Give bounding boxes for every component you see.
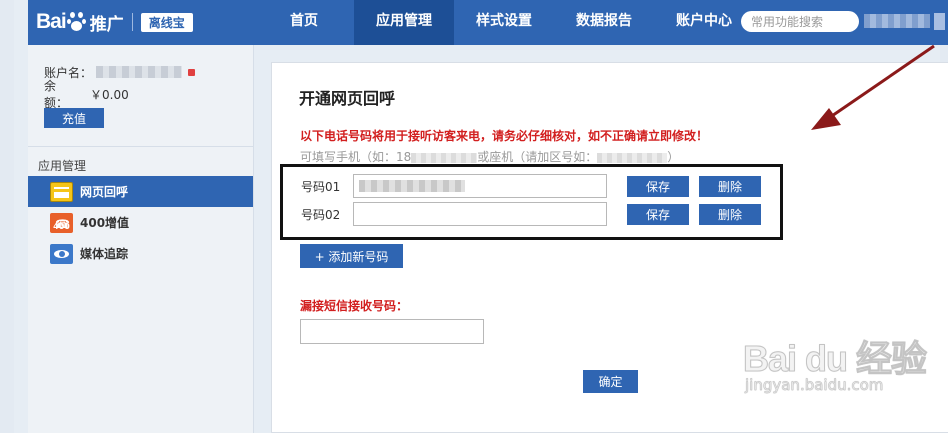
hint-prefix: 可填写手机（如：18 xyxy=(300,150,412,164)
hint-suffix: ） xyxy=(667,150,680,164)
tab-account-center[interactable]: 账户中心 xyxy=(654,0,754,45)
sidebar-item-label: 网页回呼 xyxy=(80,185,129,199)
phone-input-01[interactable] xyxy=(353,174,607,198)
logo-divider xyxy=(131,13,133,31)
paw-icon xyxy=(66,12,87,32)
hint-middle: 或座机（请加区号如： xyxy=(477,150,598,164)
hint-redacted-2 xyxy=(597,152,668,163)
tab-style-settings[interactable]: 样式设置 xyxy=(454,0,554,45)
tab-app-management[interactable]: 应用管理 xyxy=(354,0,454,45)
save-button-02[interactable]: 保存 xyxy=(627,203,689,225)
logo-text: Bai xyxy=(36,10,67,33)
phone-label: 号码01 xyxy=(301,179,341,194)
eye-icon xyxy=(50,243,73,264)
username-redacted[interactable] xyxy=(864,14,930,28)
confirm-button[interactable]: 确定 xyxy=(583,370,638,393)
balance-value: ￥0.00 xyxy=(90,87,129,102)
phone-row-02: 号码02 保存 删除 xyxy=(301,201,761,227)
app-frame: Bai 推广 离线宝 首页 应用管理 样式设置 数据报告 账户中心 常用功能搜索… xyxy=(0,0,948,433)
phone-row-01: 号码01 保存 删除 xyxy=(301,173,761,199)
web-callback-icon xyxy=(50,181,73,202)
phone-input-02[interactable] xyxy=(353,202,607,226)
sidebar-item-web-callback[interactable]: 网页回呼 xyxy=(28,176,253,207)
main-nav: 首页 应用管理 样式设置 数据报告 账户中心 xyxy=(254,0,754,45)
phone-label: 号码02 xyxy=(301,207,341,222)
balance-row: 余 额： ￥0.00 xyxy=(44,79,253,110)
account-panel: 账户名： 余 额： ￥0.00 充值 xyxy=(28,45,253,128)
sidebar-item-label: 400增值 xyxy=(80,216,130,230)
warning-text: 以下电话号码将用于接听访客来电，请务必仔细核对，如不正确请立即修改！ xyxy=(300,129,709,143)
account-name-redacted xyxy=(96,66,183,78)
watermark-url: jingyan.baidu.com xyxy=(745,376,884,394)
sidebar-item-label: 媒体追踪 xyxy=(80,247,129,261)
account-flag-icon xyxy=(188,68,196,76)
sms-number-input[interactable] xyxy=(300,319,484,344)
baidu-logo[interactable]: Bai 推广 离线宝 xyxy=(36,6,193,38)
tab-data-report[interactable]: 数据报告 xyxy=(554,0,654,45)
page-title: 开通网页回呼 xyxy=(299,89,396,108)
search-input[interactable] xyxy=(741,11,859,32)
baidu-jingyan-watermark: Bai du 经验 jingyan.baidu.com xyxy=(742,330,927,395)
hint-text: 可填写手机（如：18 或座机（请加区号如： ） xyxy=(300,148,679,165)
sidebar-item-media-tracking[interactable]: 媒体追踪 xyxy=(28,238,253,269)
add-number-button[interactable]: + 添加新号码 xyxy=(300,244,403,268)
watermark-logo: Bai du 经验 xyxy=(742,338,927,380)
phone-numbers-highlight: 号码01 保存 删除 号码02 保存 删除 xyxy=(280,164,783,240)
sidebar: 账户名： 余 额： ￥0.00 充值 应用管理 网页回呼 400 400增值 媒… xyxy=(28,45,254,433)
sidebar-item-400[interactable]: 400 400增值 xyxy=(28,207,253,238)
phone-400-icon: 400 xyxy=(50,210,73,238)
save-button-01[interactable]: 保存 xyxy=(627,175,689,197)
sidebar-section-title: 应用管理 xyxy=(28,146,253,176)
tab-home[interactable]: 首页 xyxy=(254,0,354,45)
hint-redacted-1 xyxy=(411,152,478,163)
product-badge: 离线宝 xyxy=(140,12,193,32)
product-name: 推广 xyxy=(89,14,124,35)
user-menu-toggle[interactable] xyxy=(934,13,945,30)
recharge-button[interactable]: 充值 xyxy=(44,108,104,128)
delete-button-02[interactable]: 删除 xyxy=(699,203,761,225)
balance-label: 余 额： xyxy=(44,79,69,110)
delete-button-01[interactable]: 删除 xyxy=(699,175,761,197)
top-bar: Bai 推广 离线宝 首页 应用管理 样式设置 数据报告 账户中心 xyxy=(28,0,948,45)
sms-number-label: 漏接短信接收号码： xyxy=(300,299,409,313)
